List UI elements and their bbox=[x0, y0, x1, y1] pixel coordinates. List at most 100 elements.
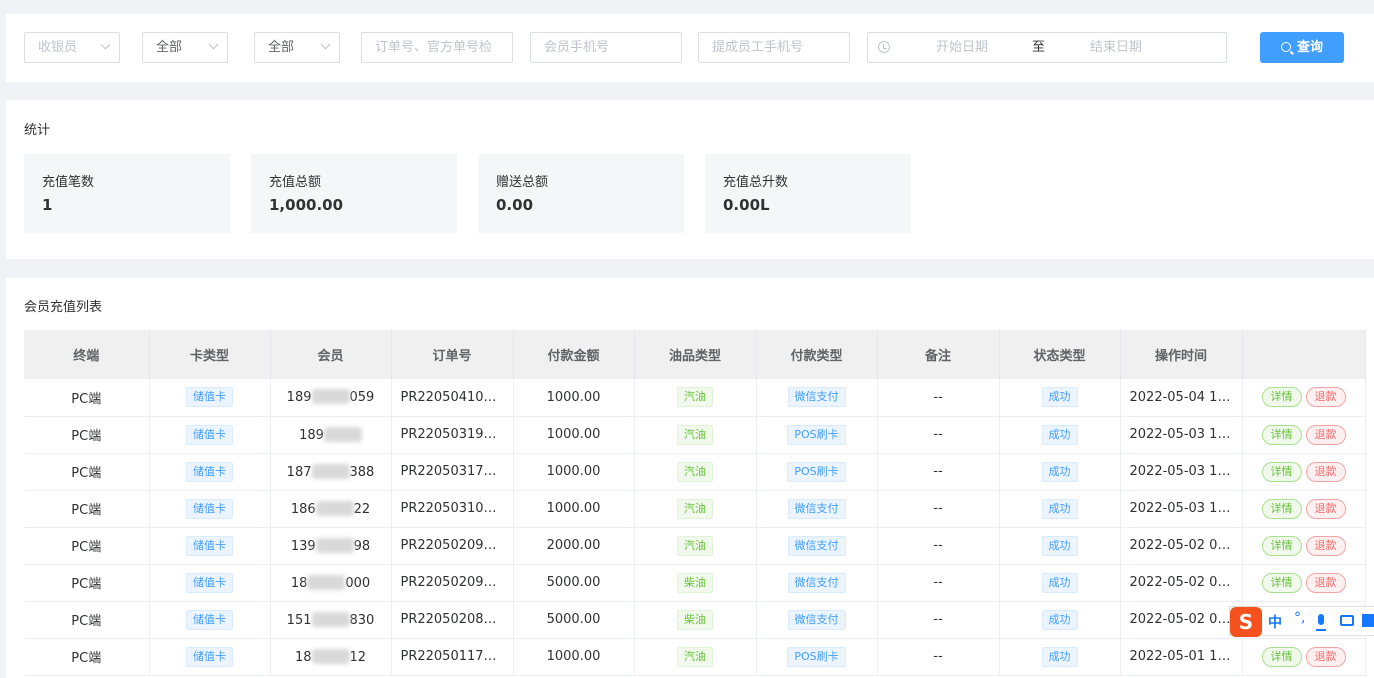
search-icon bbox=[1280, 42, 1291, 52]
order-search-input[interactable]: 订单号、官方单号检 bbox=[361, 32, 513, 63]
status-badge: 成功 bbox=[1041, 646, 1078, 667]
refund-button[interactable]: 退款 bbox=[1305, 535, 1346, 556]
staff-phone-input[interactable]: 提成员工手机号 bbox=[698, 32, 850, 63]
pay-type-tag: POS刷卡 bbox=[787, 646, 846, 667]
stat-value: 1,000.00 bbox=[269, 196, 344, 214]
chevron-down-icon bbox=[320, 39, 331, 50]
refund-button[interactable]: 退款 bbox=[1305, 498, 1346, 519]
cell-member: 18 000 bbox=[270, 564, 392, 602]
card-type-tag: 储值卡 bbox=[186, 572, 233, 593]
status-badge: 成功 bbox=[1041, 572, 1078, 593]
date-range-picker[interactable]: 开始日期 至 结束日期 bbox=[867, 32, 1227, 63]
cell-actions: 详情退款 bbox=[1242, 453, 1366, 491]
cell-card-type: 储值卡 bbox=[149, 453, 271, 491]
cell-remark: -- bbox=[877, 379, 1000, 417]
cell-card-type: 储值卡 bbox=[149, 490, 271, 528]
start-date-input[interactable]: 开始日期 bbox=[936, 33, 988, 62]
card-type-tag: 储值卡 bbox=[186, 609, 233, 630]
cell-card-type: 储值卡 bbox=[149, 379, 271, 417]
column-header: 备注 bbox=[877, 330, 1000, 379]
ime-mode[interactable]: 中 bbox=[1268, 612, 1282, 632]
pay-type-tag: 微信支付 bbox=[787, 498, 846, 519]
type-select-2[interactable]: 全部 bbox=[254, 32, 340, 63]
cell-pay-type: POS刷卡 bbox=[756, 638, 878, 676]
member-phone-input[interactable]: 会员手机号 bbox=[530, 32, 682, 63]
type-select-1-value: 全部 bbox=[156, 40, 183, 55]
status-badge: 成功 bbox=[1041, 424, 1078, 445]
oil-type-tag: 汽油 bbox=[677, 387, 713, 408]
cell-terminal: PC端 bbox=[24, 564, 150, 602]
cell-member: 186 22 bbox=[270, 490, 392, 528]
cell-oil-type: 汽油 bbox=[634, 490, 757, 528]
ime-punctuation[interactable]: °, bbox=[1294, 610, 1305, 626]
cell-time: 2022-05-04 10:... bbox=[1120, 379, 1243, 417]
cell-status: 成功 bbox=[999, 564, 1121, 602]
cell-time: 2022-05-02 09:... bbox=[1120, 564, 1243, 602]
cell-time: 2022-05-03 17:... bbox=[1120, 453, 1243, 491]
cell-actions: 详情退款 bbox=[1242, 564, 1366, 602]
cell-oil-type: 柴油 bbox=[634, 564, 757, 602]
table-row: PC端 储值卡 189 059 PR2205041022... 1000.00 汽油 微信支付… bbox=[24, 379, 1366, 417]
column-header: 订单号 bbox=[391, 330, 514, 379]
masked-phone-blur bbox=[311, 389, 350, 405]
card-type-tag: 储值卡 bbox=[186, 646, 233, 667]
cell-status: 成功 bbox=[999, 416, 1121, 454]
skin-icon[interactable] bbox=[1362, 614, 1374, 627]
cell-oil-type: 汽油 bbox=[634, 638, 757, 676]
type-select-1[interactable]: 全部 bbox=[142, 32, 228, 63]
sogou-logo-icon[interactable]: S bbox=[1230, 607, 1262, 637]
column-header: 卡类型 bbox=[149, 330, 271, 379]
status-badge: 成功 bbox=[1041, 535, 1078, 556]
refund-button[interactable]: 退款 bbox=[1305, 646, 1346, 667]
query-button[interactable]: 查询 bbox=[1260, 32, 1344, 63]
status-badge: 成功 bbox=[1041, 609, 1078, 630]
cell-terminal: PC端 bbox=[24, 527, 150, 565]
table-row: PC端 储值卡 18 12 PR2205011716... 1000.00 汽油 POS刷卡 -… bbox=[24, 638, 1366, 676]
refund-button[interactable]: 退款 bbox=[1305, 387, 1346, 408]
status-badge: 成功 bbox=[1041, 387, 1078, 408]
oil-type-tag: 汽油 bbox=[677, 498, 713, 519]
pay-type-tag: 微信支付 bbox=[787, 387, 846, 408]
cell-terminal: PC端 bbox=[24, 379, 150, 417]
oil-type-tag: 汽油 bbox=[677, 535, 713, 556]
card-type-tag: 储值卡 bbox=[186, 535, 233, 556]
member-phone-prefix: 186 bbox=[290, 501, 316, 517]
cell-order-no: PR2205041022... bbox=[391, 379, 514, 417]
detail-button[interactable]: 详情 bbox=[1261, 572, 1302, 593]
member-phone-suffix: 388 bbox=[349, 464, 375, 480]
microphone-icon[interactable] bbox=[1316, 614, 1326, 631]
cell-terminal: PC端 bbox=[24, 490, 150, 528]
ime-toolbar[interactable]: S 中 °, bbox=[1229, 606, 1374, 637]
cell-member: 151 830 bbox=[270, 601, 392, 639]
refund-button[interactable]: 退款 bbox=[1305, 461, 1346, 482]
detail-button[interactable]: 详情 bbox=[1261, 387, 1302, 408]
detail-button[interactable]: 详情 bbox=[1261, 535, 1302, 556]
stat-card-count: 充值笔数 1 bbox=[24, 154, 230, 233]
column-header: 付款金额 bbox=[513, 330, 635, 379]
detail-button[interactable]: 详情 bbox=[1261, 498, 1302, 519]
member-phone-prefix: 18 bbox=[290, 575, 308, 591]
cell-amount: 1000.00 bbox=[513, 638, 635, 676]
cell-oil-type: 柴油 bbox=[634, 601, 757, 639]
detail-button[interactable]: 详情 bbox=[1261, 424, 1302, 445]
refund-button[interactable]: 退款 bbox=[1305, 572, 1346, 593]
stat-card-liters: 充值总升数 0.00L bbox=[705, 154, 911, 233]
clock-icon bbox=[878, 41, 890, 53]
cell-actions: 详情退款 bbox=[1242, 416, 1366, 454]
cell-remark: -- bbox=[877, 564, 1000, 602]
keyboard-icon[interactable] bbox=[1340, 615, 1354, 626]
card-type-tag: 储值卡 bbox=[186, 424, 233, 445]
cashier-select[interactable]: 收银员 bbox=[24, 32, 120, 63]
member-phone-suffix: 98 bbox=[353, 538, 371, 554]
chevron-down-icon bbox=[208, 39, 219, 50]
cell-card-type: 储值卡 bbox=[149, 638, 271, 676]
cell-member: 189 059 bbox=[270, 379, 392, 417]
member-phone-prefix: 189 bbox=[299, 427, 324, 443]
member-phone-prefix: 151 bbox=[286, 612, 312, 628]
end-date-input[interactable]: 结束日期 bbox=[1090, 33, 1142, 62]
detail-button[interactable]: 详情 bbox=[1261, 461, 1302, 482]
refund-button[interactable]: 退款 bbox=[1305, 424, 1346, 445]
cell-actions: 详情退款 bbox=[1242, 638, 1366, 676]
cell-order-no: PR2205020850... bbox=[391, 601, 514, 639]
detail-button[interactable]: 详情 bbox=[1261, 646, 1302, 667]
